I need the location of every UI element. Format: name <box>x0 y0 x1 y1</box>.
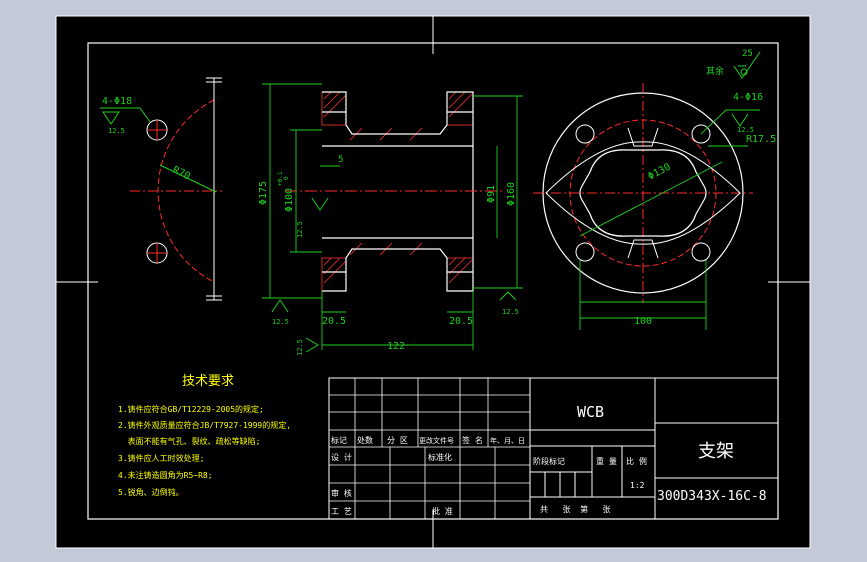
dim-right-flange: 20.5 <box>449 316 473 327</box>
tech-notes-heading: 技术要求 <box>182 374 234 389</box>
tech-note-2: 2.铸件外观质量应符合JB/T7927-1999的规定, <box>118 420 291 430</box>
tech-note-6: 5.锐角、边倒钝。 <box>118 487 184 497</box>
tb-part-name: 支架 <box>698 441 734 462</box>
drawing-canvas: R70 4-Φ18 12.5 Φ175 Φ100 +0.1 0 Φ91 Φ160… <box>0 0 867 562</box>
dim-bore-diameter: Φ100 <box>284 188 295 212</box>
dim-bore-tol-lower: 0 <box>283 176 290 180</box>
tb-scale-value: 1:2 <box>630 481 645 490</box>
dim-inner-diameter: Φ91 <box>486 185 497 203</box>
roughness-right: 12.5 <box>502 308 519 316</box>
tb-approve: 批 准 <box>432 506 453 516</box>
tb-change-doc: 更改文件号 <box>419 436 454 445</box>
tb-standardize: 标准化 <box>428 452 452 462</box>
roughness-bore: 12.5 <box>296 221 304 238</box>
tb-material: WCB <box>577 403 604 421</box>
tb-scale-label: 比 例 <box>626 456 647 466</box>
side-width-label: 100 <box>634 316 652 327</box>
tb-stage-mark: 阶段标记 <box>533 456 565 466</box>
roughness-left: 12.5 <box>272 318 289 326</box>
tb-design: 设 计 <box>331 452 352 462</box>
tb-sign: 签 名 <box>462 435 483 445</box>
tb-weight: 重 量 <box>596 456 617 466</box>
remainder-label: 其余 <box>706 65 724 77</box>
tech-note-1: 1.铸件应符合GB/T12229-2005的规定; <box>118 404 264 414</box>
dim-outer-diameter: Φ175 <box>258 181 269 205</box>
dim-length: 122 <box>387 341 405 352</box>
front-hole-roughness: 12.5 <box>108 127 125 135</box>
side-hole-callout: 4-Φ16 <box>733 92 763 103</box>
front-hole-callout: 4-Φ18 <box>102 96 132 107</box>
tb-count: 处数 <box>357 435 373 445</box>
dim-flange-diameter: Φ160 <box>506 182 517 206</box>
tb-zone: 分 区 <box>387 436 408 445</box>
tech-note-4: 3.铸件应人工时效处理; <box>118 453 204 463</box>
tech-note-3: 表面不能有气孔、裂纹、疏松等缺陷; <box>118 436 260 446</box>
side-hole-roughness: 12.5 <box>737 126 754 134</box>
tb-sheets: 共 张 第 张 <box>540 504 611 514</box>
tech-note-5: 4.未注铸造圆角为R5~R8; <box>118 470 213 480</box>
tb-drawing-number: 300D343X-16C-8 <box>657 489 767 504</box>
dim-step: 5 <box>338 155 343 165</box>
remainder-roughness: 25 <box>742 49 753 59</box>
tb-date: 年、月、日 <box>490 436 525 445</box>
tb-process: 工 艺 <box>331 507 352 516</box>
tb-review: 审 核 <box>331 488 352 498</box>
side-radius-label: R17.5 <box>746 134 776 145</box>
dim-left-flange: 20.5 <box>322 316 346 327</box>
drawing-sheet <box>56 16 810 548</box>
tb-mark: 标记 <box>331 435 347 445</box>
roughness-bottom: 12.5 <box>296 339 304 356</box>
